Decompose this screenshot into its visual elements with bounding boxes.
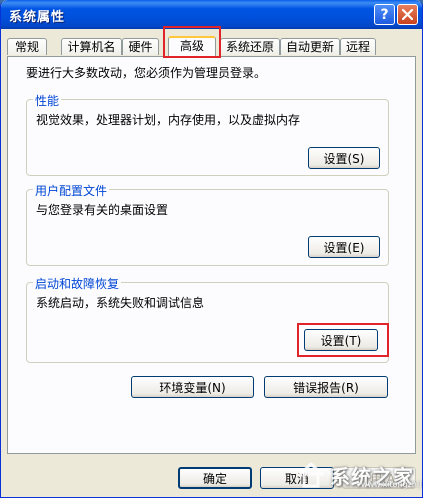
performance-title: 性能	[33, 92, 62, 109]
tab-system-restore[interactable]: 系统还原	[220, 38, 280, 55]
error-reporting-button[interactable]: 错误报告(R)	[264, 376, 388, 398]
user-profiles-description: 与您登录有关的桌面设置	[36, 203, 169, 217]
window-title: 系统属性	[9, 10, 66, 25]
startup-recovery-title: 启动和故障恢复	[33, 275, 122, 292]
user-profiles-group: 用户配置文件 与您登录有关的桌面设置 设置(E)	[26, 182, 389, 266]
watermark: 系统之家	[296, 452, 422, 497]
help-icon: ?	[380, 6, 389, 23]
ok-button[interactable]: 确定	[178, 467, 252, 489]
system-properties-dialog: 系统属性 ? 常规 计算机名 硬件 高级 系统还原 自动更新 远程 要进行大多数…	[0, 0, 423, 498]
title-bar[interactable]: 系统属性 ?	[1, 0, 422, 29]
environment-variables-button[interactable]: 环境变量(N)	[131, 376, 254, 398]
watermark-url: www.xitongzhijia.net	[361, 480, 423, 489]
advanced-tab-highlight	[163, 26, 221, 58]
house-logo-icon	[297, 462, 325, 488]
performance-description: 视觉效果，处理器计划，内存使用，以及虚拟内存	[36, 113, 301, 127]
admin-notice: 要进行大多数改动，您必须作为管理员登录。	[26, 66, 267, 80]
tab-automatic-updates[interactable]: 自动更新	[280, 38, 340, 55]
help-button[interactable]: ?	[374, 4, 395, 25]
startup-settings-highlight	[297, 323, 389, 357]
tab-general[interactable]: 常规	[7, 38, 47, 55]
tab-remote[interactable]: 远程	[340, 38, 376, 55]
startup-recovery-description: 系统启动，系统失败和调试信息	[36, 296, 205, 310]
performance-group: 性能 视觉效果，处理器计划，内存使用，以及虚拟内存 设置(S)	[26, 92, 389, 176]
user-profiles-settings-button[interactable]: 设置(E)	[308, 236, 380, 258]
tab-hardware[interactable]: 硬件	[122, 38, 159, 55]
close-button[interactable]	[397, 4, 418, 25]
tab-computer-name[interactable]: 计算机名	[61, 38, 122, 55]
performance-settings-button[interactable]: 设置(S)	[308, 147, 380, 169]
close-icon	[402, 9, 413, 20]
user-profiles-title: 用户配置文件	[33, 182, 110, 199]
